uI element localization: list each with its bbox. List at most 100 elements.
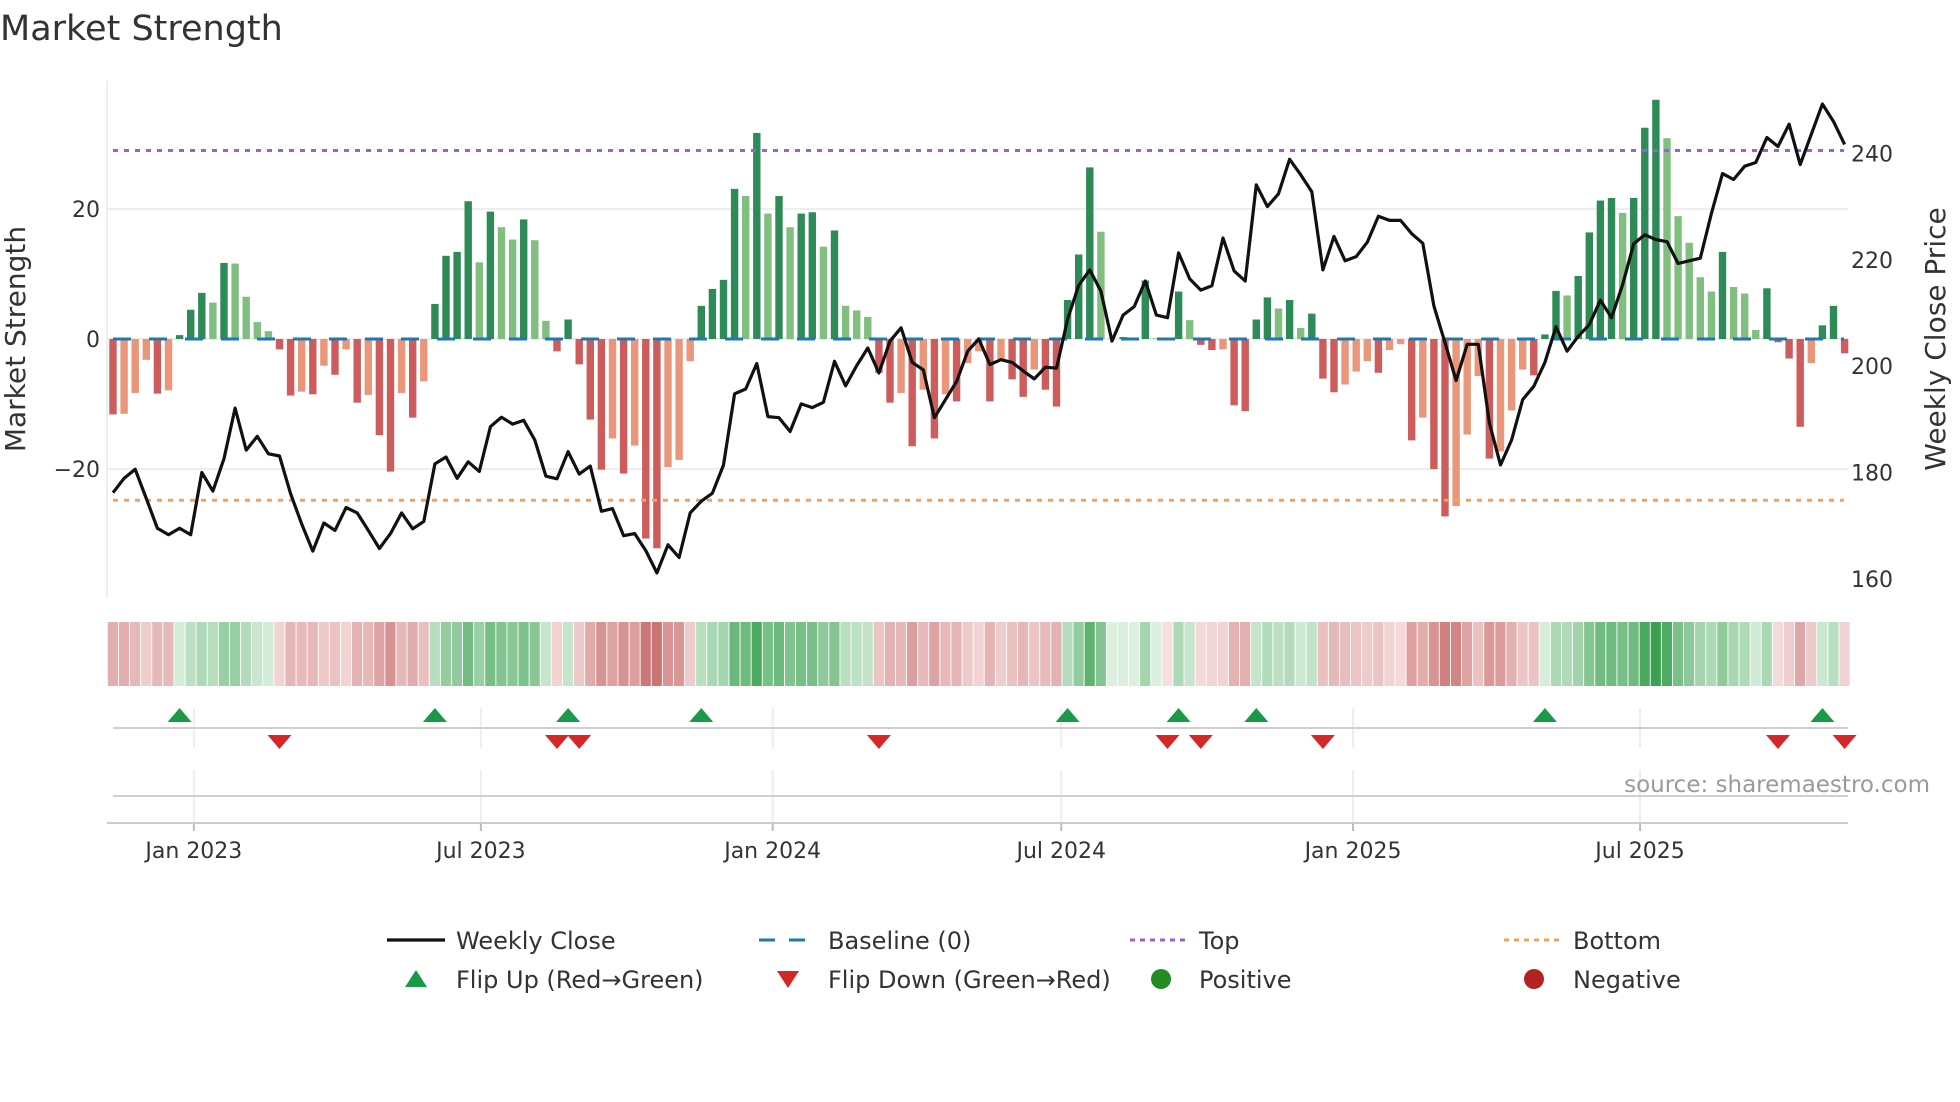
bar-positive: [209, 302, 217, 339]
bar-positive: [1297, 327, 1305, 339]
bar-negative: [1230, 339, 1238, 406]
source-note: source: sharemaestro.com: [1624, 772, 1930, 798]
heat-cell: [274, 622, 285, 686]
x-tick-label: Jul 2025: [1593, 839, 1685, 864]
flip-up-marker: [1532, 708, 1557, 722]
legend-label: Baseline (0): [828, 927, 971, 955]
bar-negative: [1341, 339, 1349, 385]
flip-up-marker: [1166, 708, 1191, 722]
left-tick-label: −20: [54, 458, 100, 483]
heat-cell: [1728, 622, 1739, 686]
bar-negative: [553, 339, 561, 352]
flip-down-marker: [1188, 735, 1213, 749]
heat-cell: [185, 622, 196, 686]
heat-cell: [651, 622, 662, 686]
bar-positive: [719, 279, 728, 339]
heat-cell: [1739, 622, 1750, 686]
bar-negative: [164, 339, 173, 391]
heat-cell: [662, 622, 673, 686]
heat-cell: [396, 622, 407, 686]
legend-item-weekly-close: Weekly Close: [387, 927, 616, 955]
flip-down-marker: [1766, 735, 1790, 749]
heat-cell: [1295, 622, 1306, 686]
bar-negative: [1785, 339, 1793, 359]
legend-item-top: Top: [1130, 927, 1240, 955]
heat-cell: [696, 622, 707, 686]
heat-cell: [352, 622, 363, 686]
bar-negative: [1052, 339, 1061, 407]
bar-positive: [1574, 275, 1582, 339]
heat-cell: [141, 622, 152, 686]
bar-negative: [664, 339, 672, 468]
heat-cell: [318, 622, 329, 686]
bar-negative: [375, 339, 384, 436]
bar-negative: [1441, 339, 1449, 517]
bar-negative: [1374, 339, 1383, 373]
left-tick-label: 20: [72, 198, 100, 223]
heat-cell: [1228, 622, 1240, 686]
triangle-up-icon: [405, 970, 427, 987]
heat-cell: [673, 622, 685, 686]
x-tick-label: Jul 2024: [1014, 839, 1106, 864]
heat-cell: [440, 622, 451, 686]
bar-positive: [841, 305, 850, 339]
x-axis: Jan 2023 Jul 2023 Jan 2024 Jul 2024 Jan 2025…: [107, 822, 1848, 864]
bar-negative: [631, 339, 639, 446]
bar-negative: [1385, 339, 1394, 351]
flip-down-marker: [1310, 735, 1335, 749]
heat-cell: [562, 622, 574, 686]
heat-cell: [1217, 622, 1228, 686]
bar-positive: [442, 255, 450, 339]
bar-negative: [586, 339, 594, 420]
bar-negative: [1530, 339, 1538, 376]
heat-cell: [1606, 622, 1617, 686]
heat-cell: [1373, 622, 1384, 686]
bar-negative: [1352, 339, 1360, 372]
bar-positive: [1718, 251, 1727, 339]
flip-up-marker: [1055, 708, 1080, 722]
legend-label: Negative: [1573, 966, 1681, 994]
heat-cell: [1783, 622, 1795, 686]
reference-lines: [113, 149, 1844, 502]
heat-cell: [984, 622, 995, 686]
heat-cell: [329, 622, 340, 686]
flip-down-marker: [1155, 735, 1180, 749]
legend-label: Bottom: [1573, 927, 1661, 955]
heat-cell: [784, 622, 796, 686]
heat-cell: [1695, 622, 1706, 686]
heat-cell: [1661, 622, 1672, 686]
bar-negative: [1419, 339, 1427, 418]
heat-cell: [1506, 622, 1517, 686]
heat-cell: [307, 622, 318, 686]
heat-cell: [1273, 622, 1284, 686]
heat-cell: [829, 622, 840, 686]
heat-cell: [729, 622, 740, 686]
bar-positive: [431, 303, 439, 339]
bar-negative: [309, 339, 317, 395]
legend-label: Weekly Close: [456, 927, 616, 955]
bar-positive: [775, 196, 783, 339]
bar-positive: [1741, 293, 1749, 339]
heat-cell: [130, 622, 141, 686]
left-tick-label: 0: [86, 328, 100, 353]
heat-cell: [618, 622, 629, 686]
legend-label: Flip Up (Red→Green): [456, 966, 704, 994]
bar-positive: [697, 305, 705, 339]
strength-bars: [109, 99, 1849, 549]
bar-negative: [675, 339, 683, 460]
legend-item-bottom: Bottom: [1504, 927, 1661, 955]
bar-negative: [109, 339, 117, 415]
heat-cell: [1417, 622, 1428, 686]
bar-negative: [1840, 339, 1849, 354]
heat-cell: [1450, 622, 1462, 686]
bar-negative: [386, 339, 395, 472]
legend-item-negative: Negative: [1524, 966, 1681, 994]
bar-positive: [853, 310, 861, 339]
bar-positive: [1630, 197, 1638, 339]
bar-negative: [997, 339, 1005, 360]
heat-cell: [1018, 622, 1029, 686]
heat-cell: [895, 622, 907, 686]
heat-cell: [496, 622, 507, 686]
heat-cell: [995, 622, 1006, 686]
bar-negative: [1796, 339, 1804, 427]
